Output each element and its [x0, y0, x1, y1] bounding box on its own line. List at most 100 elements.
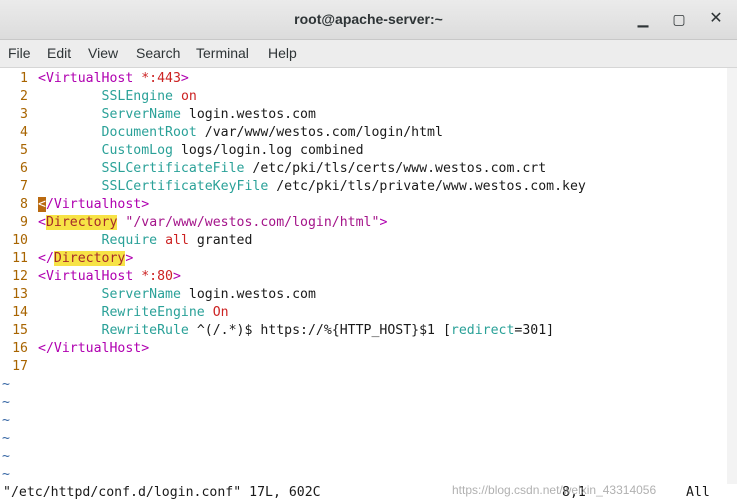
- code-token: <VirtualHost: [38, 71, 142, 86]
- line-text: SSLCertificateFile /etc/pki/tls/certs/ww…: [38, 160, 547, 178]
- line-text: Require all granted: [38, 232, 253, 250]
- line-number: 9: [20, 215, 28, 230]
- line-number: 3: [20, 107, 28, 122]
- line-text: ServerName login.westos.com: [38, 286, 316, 304]
- code-token: </VirtualHost>: [38, 341, 150, 356]
- code-line: 7 SSLCertificateKeyFile /etc/pki/tls/pri…: [0, 178, 586, 196]
- window-title: root@apache-server:~: [294, 11, 443, 27]
- code-token: RewriteRule: [101, 323, 189, 338]
- code-line: 8 </Virtualhost>: [0, 196, 149, 214]
- line-number: 14: [12, 305, 28, 320]
- code-token: SSLCertificateKeyFile: [101, 179, 269, 194]
- tilde-marker: ~: [2, 431, 10, 446]
- status-file-info: "/etc/httpd/conf.d/login.conf" 17L, 602C: [3, 485, 321, 500]
- code-token: *:80: [141, 269, 173, 284]
- code-line: 13 ServerName login.westos.com: [0, 286, 316, 304]
- code-token: logs/login.log combined: [173, 143, 364, 158]
- code-token: ServerName: [101, 107, 181, 122]
- tilde-marker: ~: [2, 413, 10, 428]
- line-text: SSLCertificateKeyFile /etc/pki/tls/priva…: [38, 178, 586, 196]
- code-token: ^(/.*)$ https://%{HTTP_HOST}$1 [: [188, 323, 451, 338]
- tilde-marker: ~: [2, 467, 10, 482]
- menu-file[interactable]: File: [8, 45, 31, 61]
- menu-search[interactable]: Search: [136, 45, 180, 61]
- line-number: 10: [12, 233, 28, 248]
- code-token: /Virtualhost>: [45, 197, 150, 212]
- code-line: 10 Require all granted: [0, 232, 252, 250]
- text-cursor: <: [38, 197, 46, 212]
- code-token: /etc/pki/tls/certs/www.westos.com.crt: [244, 161, 547, 176]
- menu-terminal[interactable]: Terminal: [196, 45, 249, 61]
- line-text: <VirtualHost *:443>: [38, 70, 189, 88]
- code-token: <VirtualHost: [38, 269, 142, 284]
- code-line: 17: [0, 358, 28, 376]
- code-line: 14 RewriteEngine On: [0, 304, 228, 322]
- scrollbar[interactable]: [727, 68, 737, 484]
- line-number: 5: [20, 143, 28, 158]
- code-token: login.westos.com: [180, 287, 316, 302]
- code-token: </: [38, 251, 54, 266]
- line-number: 7: [20, 179, 28, 194]
- code-token: redirect: [450, 323, 515, 338]
- line-text: </Virtualhost>: [38, 196, 149, 214]
- line-text: RewriteEngine On: [38, 304, 229, 322]
- code-token: RewriteEngine: [101, 305, 205, 320]
- menu-edit[interactable]: Edit: [47, 45, 71, 61]
- line-text: <VirtualHost *:80>: [38, 268, 181, 286]
- line-text: ServerName login.westos.com: [38, 106, 316, 124]
- line-number: 16: [12, 341, 28, 356]
- code-token: all: [165, 233, 189, 248]
- maximize-icon[interactable]: ▢: [670, 10, 688, 28]
- code-token: "/var/www/westos.com/login/html": [125, 215, 380, 230]
- code-token: On: [212, 305, 229, 320]
- vim-editor[interactable]: 1 <VirtualHost *:443> 2 SSLEngine on 3 Serv…: [0, 68, 737, 503]
- code-line: 5 CustomLog logs/login.log combined: [0, 142, 364, 160]
- code-line: 15 RewriteRule ^(/.*)$ https://%{HTTP_HO…: [0, 322, 554, 340]
- menu-view[interactable]: View: [88, 45, 118, 61]
- tilde-marker: ~: [2, 395, 10, 410]
- code-token: /etc/pki/tls/private/www.westos.com.key: [268, 179, 586, 194]
- code-line: 1 <VirtualHost *:443>: [0, 70, 189, 88]
- code-token: <: [38, 215, 46, 230]
- code-line: 4 DocumentRoot /var/www/westos.com/login…: [0, 124, 443, 142]
- code-token: login.westos.com: [180, 107, 316, 122]
- code-token: Directory: [53, 251, 126, 266]
- code-line: 12 <VirtualHost *:80>: [0, 268, 181, 286]
- line-text: RewriteRule ^(/.*)$ https://%{HTTP_HOST}…: [38, 322, 555, 340]
- code-token: SSLCertificateFile: [101, 161, 245, 176]
- code-line: 11 </Directory>: [0, 250, 133, 268]
- code-token: on: [180, 89, 197, 104]
- code-line: 2 SSLEngine on: [0, 88, 197, 106]
- code-token: >: [125, 251, 134, 266]
- line-text: CustomLog logs/login.log combined: [38, 142, 364, 160]
- minimize-icon[interactable]: ▁: [634, 10, 652, 28]
- line-number: 2: [20, 89, 28, 104]
- code-line: 3 ServerName login.westos.com: [0, 106, 316, 124]
- code-line: 16 </VirtualHost>: [0, 340, 149, 358]
- code-line: 9 <Directory "/var/www/westos.com/login/h…: [0, 214, 387, 232]
- code-token: *:443: [141, 71, 181, 86]
- line-number: 8: [20, 197, 28, 212]
- code-token: =301]: [514, 323, 555, 338]
- code-token: >: [172, 269, 181, 284]
- line-text: </VirtualHost>: [38, 340, 149, 358]
- close-icon[interactable]: ✕: [707, 10, 725, 28]
- line-number: 6: [20, 161, 28, 176]
- watermark: https://blog.csdn.net/weixin_43314056: [452, 483, 657, 497]
- code-token: >: [180, 71, 189, 86]
- line-text: DocumentRoot /var/www/westos.com/login/h…: [38, 124, 443, 142]
- menu-help[interactable]: Help: [268, 45, 297, 61]
- code-token: Directory: [45, 215, 118, 230]
- line-number: 17: [12, 359, 28, 374]
- line-number: 13: [12, 287, 28, 302]
